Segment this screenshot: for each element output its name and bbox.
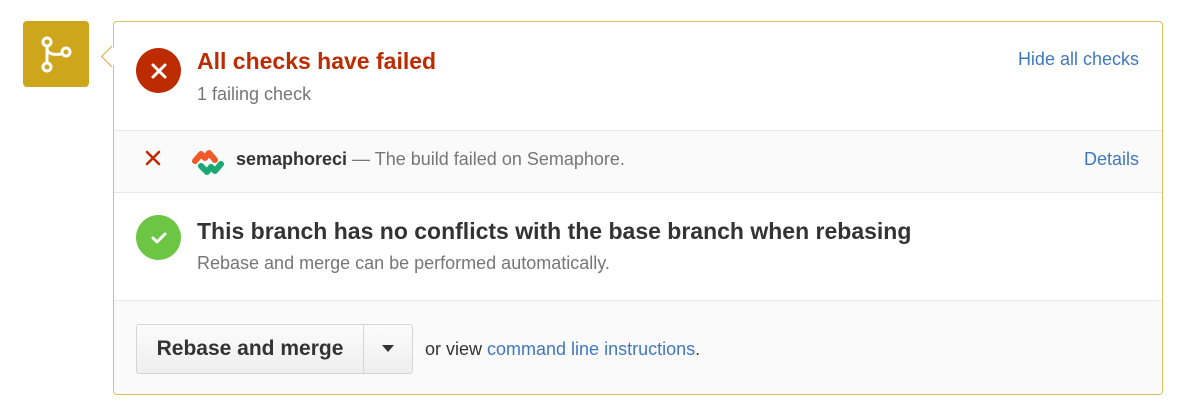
rebase-and-merge-button[interactable]: Rebase and merge (137, 325, 364, 373)
merge-status-title: This branch has no conflicts with the ba… (197, 218, 912, 244)
merge-status-section: This branch has no conflicts with the ba… (114, 192, 1162, 301)
caret-down-icon (382, 345, 394, 352)
merge-button-group: Rebase and merge (136, 324, 413, 374)
semaphore-logo-icon (192, 146, 224, 183)
merge-panel: All checks have failed 1 failing check H… (113, 21, 1163, 395)
failed-status-icon (136, 48, 181, 93)
git-branch-icon (23, 21, 89, 87)
checkmark-icon (151, 232, 166, 243)
x-icon (151, 63, 166, 78)
or-view-text: or view (425, 339, 488, 359)
hide-all-checks-link[interactable]: Hide all checks (1018, 49, 1139, 70)
x-icon (145, 150, 161, 171)
checks-status-subtitle: 1 failing check (197, 84, 312, 104)
command-line-hint: or view command line instructions. (425, 339, 700, 360)
merge-method-dropdown-button[interactable] (364, 325, 412, 373)
check-name: semaphoreci (236, 149, 348, 169)
merge-status-subtitle: Rebase and merge can be performed automa… (197, 253, 610, 273)
check-description: semaphoreci — The build failed on Semaph… (236, 149, 625, 170)
check-row: semaphoreci — The build failed on Semaph… (114, 130, 1162, 193)
trailing-period: . (695, 339, 701, 359)
check-details-link[interactable]: Details (1084, 149, 1139, 170)
check-status-text: — The build failed on Semaphore. (347, 149, 625, 169)
merge-ok-status-icon (136, 215, 181, 260)
merge-action-section: Rebase and merge or view command line in… (114, 301, 1162, 394)
command-line-instructions-link[interactable]: command line instructions (487, 339, 695, 359)
checks-status-section: All checks have failed 1 failing check H… (114, 22, 1162, 130)
checks-status-title: All checks have failed (197, 48, 437, 74)
